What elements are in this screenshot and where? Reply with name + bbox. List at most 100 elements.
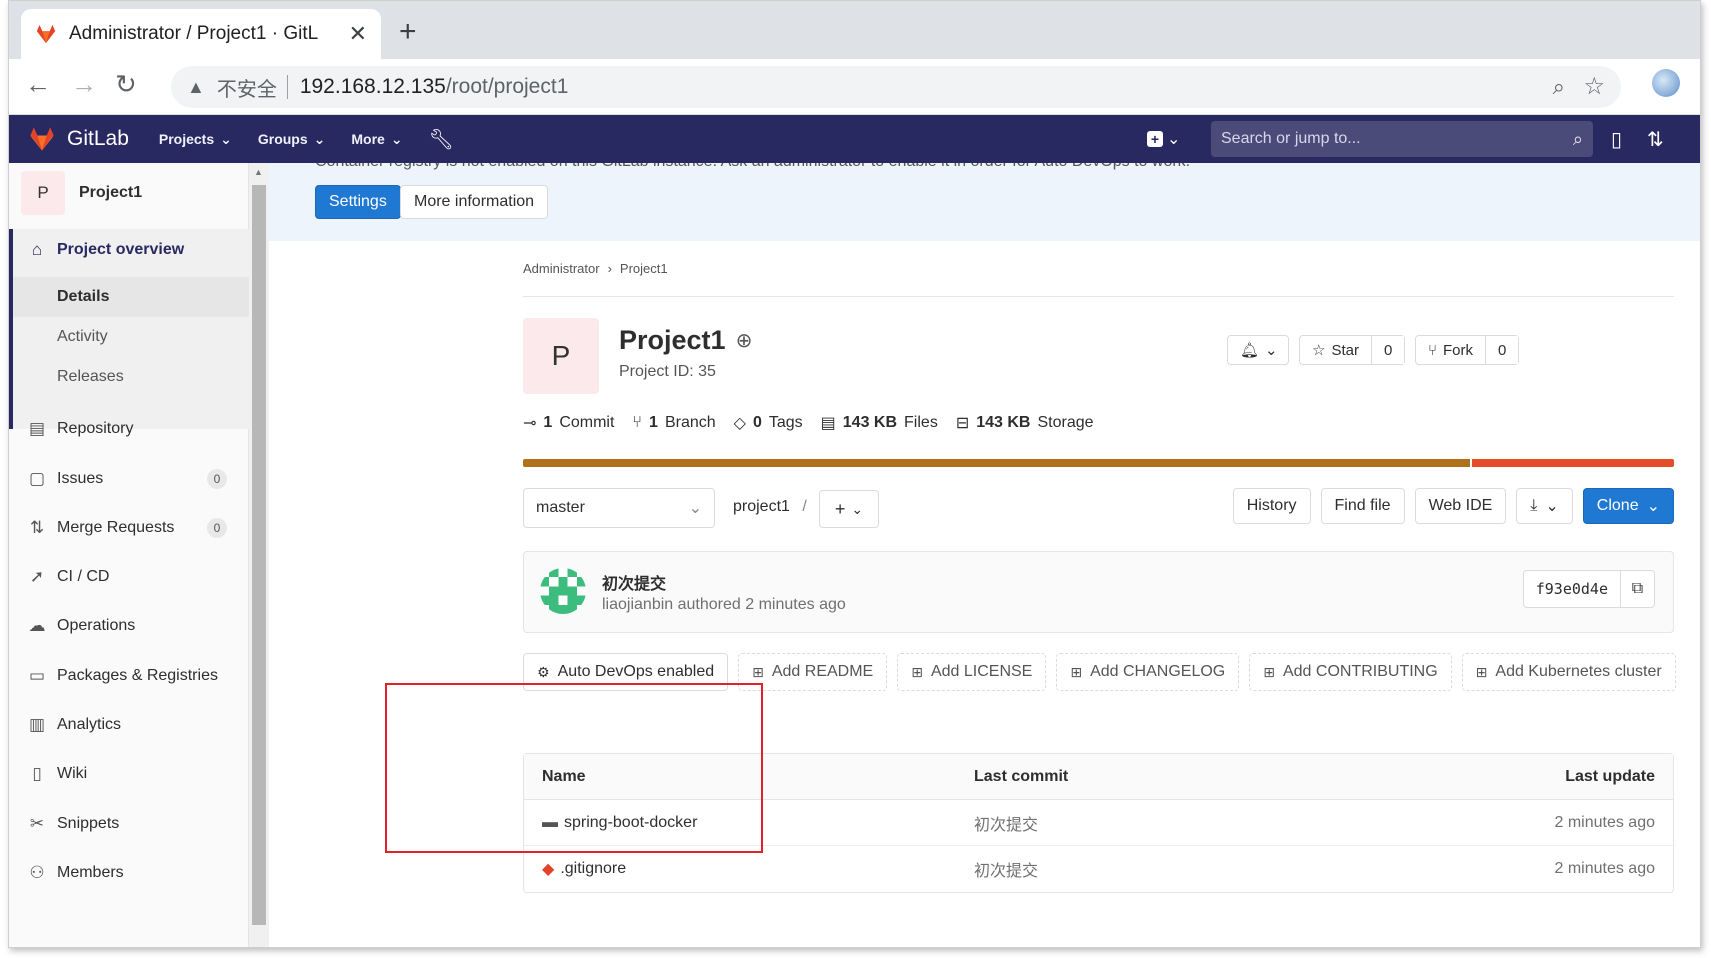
stat-tags[interactable]: ◇ 0 Tags <box>734 413 803 433</box>
table-row[interactable]: ◆ .gitignore 初次提交 2 minutes ago <box>524 846 1673 892</box>
repo-path-root[interactable]: project1 <box>733 498 790 515</box>
scrollbar-thumb[interactable] <box>252 185 266 925</box>
tag-icon: ◇ <box>733 415 746 432</box>
chevron-down-icon: ⌄ <box>688 500 702 517</box>
commit-sha-button[interactable]: f93e0d4e <box>1524 571 1620 607</box>
table-row[interactable]: ▬ spring-boot-docker 初次提交 2 minutes ago <box>524 800 1673 846</box>
language-segment[interactable] <box>1471 459 1674 467</box>
bookmark-star-icon[interactable]: ☆ <box>1583 72 1605 101</box>
stat-storage[interactable]: ⊟ 143 KB Storage <box>956 413 1094 433</box>
history-button[interactable]: History <box>1232 488 1311 524</box>
sidebar-sub-activity[interactable]: Activity <box>13 317 249 357</box>
sidebar-sub-details[interactable]: Details <box>13 277 249 317</box>
sidebar-scrollbar[interactable]: ▲ <box>249 163 269 947</box>
fork-button-group[interactable]: ⑂ Fork 0 <box>1415 335 1520 365</box>
gitlab-logo-icon[interactable] <box>27 125 57 153</box>
sidebar-item-issues[interactable]: ▢ Issues 0 <box>9 459 249 499</box>
add-to-tree-dropdown[interactable]: + ⌄ <box>819 490 879 528</box>
stat-files[interactable]: ▤ 143 KB Files <box>821 413 938 433</box>
search-placeholder: Search or jump to... <box>1221 130 1361 147</box>
sidebar-item-wiki[interactable]: ▯ Wiki <box>9 754 249 794</box>
fork-count[interactable]: 0 <box>1485 336 1519 364</box>
file-last-commit[interactable]: 初次提交 <box>974 857 1038 881</box>
browser-tab[interactable]: Administrator / Project1 · GitL ✕ <box>21 9 381 59</box>
sidebar-item-label: Issues <box>57 470 104 487</box>
star-button-group[interactable]: ☆ Star 0 <box>1299 335 1406 365</box>
gitlab-brand[interactable]: GitLab <box>67 127 129 151</box>
sidebar-item-operations[interactable]: ☁︎ Operations <box>9 606 249 646</box>
more-information-button[interactable]: More information <box>400 185 549 219</box>
sidebar-item-label: Packages & Registries <box>57 667 218 684</box>
zoom-icon[interactable]: ⌕ <box>1553 74 1565 100</box>
nav-more-menu[interactable]: More ⌄ <box>351 131 402 148</box>
repo-path: project1 / <box>733 498 807 516</box>
sidebar-item-repository[interactable]: ▤ Repository <box>9 409 249 449</box>
url-path[interactable]: /root/project1 <box>446 75 569 99</box>
scroll-up-icon[interactable]: ▲ <box>254 167 263 177</box>
insecure-label[interactable]: 不安全 <box>217 73 277 102</box>
address-bar[interactable]: ▲ 不安全 192.168.12.135 /root/project1 ⌕ ☆ <box>171 66 1621 108</box>
extension-icon[interactable] <box>1652 69 1680 97</box>
merge-icon: ⇅ <box>29 518 45 537</box>
sidebar-item-packages-registries[interactable]: ▭ Packages & Registries <box>9 656 249 696</box>
star-count[interactable]: 0 <box>1370 336 1405 364</box>
download-dropdown[interactable]: ⤓ ⌄ <box>1516 488 1573 524</box>
new-tab-button[interactable]: + <box>399 15 417 49</box>
screenshot-frame: Administrator / Project1 · GitL ✕ + ← → … <box>8 0 1701 948</box>
sidebar-item-merge-requests[interactable]: ⇅ Merge Requests 0 <box>9 508 249 548</box>
author-avatar[interactable] <box>540 568 586 614</box>
stat-commits[interactable]: ⊸ 1 Commit <box>523 413 614 433</box>
breadcrumb-divider <box>523 296 1674 297</box>
web-ide-button[interactable]: Web IDE <box>1414 488 1507 524</box>
sidebar-project-header[interactable]: P Project1 <box>21 171 142 215</box>
settings-button[interactable]: Settings <box>315 185 401 219</box>
copy-clipboard-icon[interactable]: ⧉ <box>1620 571 1654 607</box>
add-license-button[interactable]: ⊞ Add LICENSE <box>897 653 1047 691</box>
stat-branches[interactable]: ⑂ 1 Branch <box>632 414 715 432</box>
find-file-button[interactable]: Find file <box>1320 488 1405 524</box>
add-readme-button[interactable]: ⊞ Add README <box>738 653 888 691</box>
fork-icon: ⑂ <box>1428 341 1438 359</box>
clone-dropdown[interactable]: Clone ⌄ <box>1582 488 1674 524</box>
auto-devops-enabled-button[interactable]: ⚙ Auto DevOps enabled <box>523 653 729 691</box>
file-last-commit[interactable]: 初次提交 <box>974 811 1038 835</box>
branch-selector[interactable]: master ⌄ <box>523 488 715 528</box>
add-kubernetes-cluster-button[interactable]: ⊞ Add Kubernetes cluster <box>1461 653 1676 691</box>
back-icon[interactable]: ← <box>25 69 51 100</box>
sidebar-item-snippets[interactable]: ✂︎ Snippets <box>9 804 249 844</box>
close-tab-icon[interactable]: ✕ <box>349 21 367 47</box>
file-name[interactable]: spring-boot-docker <box>564 814 697 832</box>
file-name-cell[interactable]: ▬ spring-boot-docker <box>542 814 697 832</box>
plus-square-icon: ⊞ <box>1263 663 1275 680</box>
file-name-cell[interactable]: ◆ .gitignore <box>542 859 626 879</box>
language-segment[interactable] <box>523 459 1470 467</box>
repository-languages-bar[interactable] <box>523 459 1674 467</box>
sidebar-item-analytics[interactable]: ▥ Analytics <box>9 705 249 745</box>
reload-icon[interactable]: ↻ <box>115 69 137 100</box>
notification-dropdown[interactable]: 🔔︎ ⌄ <box>1227 335 1289 365</box>
new-item-dropdown[interactable]: + ⌄ <box>1147 125 1187 153</box>
nav-groups-label: Groups <box>257 131 308 147</box>
nav-groups-menu[interactable]: Groups ⌄ <box>258 131 326 148</box>
breadcrumb-administrator[interactable]: Administrator <box>523 261 600 276</box>
todo-icon[interactable]: ▯ <box>1611 127 1622 152</box>
warning-icon[interactable]: ▲ <box>187 77 205 98</box>
fork-button[interactable]: ⑂ Fork <box>1416 336 1485 364</box>
commit-message[interactable]: 初次提交 <box>602 570 666 594</box>
star-button[interactable]: ☆ Star <box>1300 336 1371 364</box>
file-name[interactable]: .gitignore <box>560 860 626 878</box>
admin-wrench-icon[interactable]: 🔧︎ <box>429 127 454 152</box>
add-contributing-button[interactable]: ⊞ Add CONTRIBUTING <box>1249 653 1452 691</box>
commit-author[interactable]: liaojianbin <box>602 596 673 613</box>
sidebar-item-ci-cd[interactable]: ➚ CI / CD <box>9 557 249 597</box>
merge-requests-nav-icon[interactable]: ⇅ <box>1647 127 1664 152</box>
sidebar-item-members[interactable]: ⚇ Members <box>9 853 249 893</box>
sidebar-item-project-overview[interactable]: ⌂ Project overview <box>9 231 249 269</box>
add-changelog-button[interactable]: ⊞ Add CHANGELOG <box>1056 653 1240 691</box>
breadcrumb-project1[interactable]: Project1 <box>620 261 668 276</box>
url-host[interactable]: 192.168.12.135 <box>300 75 446 99</box>
search-input[interactable]: Search or jump to... ⌕ <box>1211 121 1593 157</box>
sidebar-sub-releases[interactable]: Releases <box>13 357 249 397</box>
forward-icon[interactable]: → <box>71 69 97 100</box>
nav-projects-menu[interactable]: Projects ⌄ <box>159 131 232 148</box>
